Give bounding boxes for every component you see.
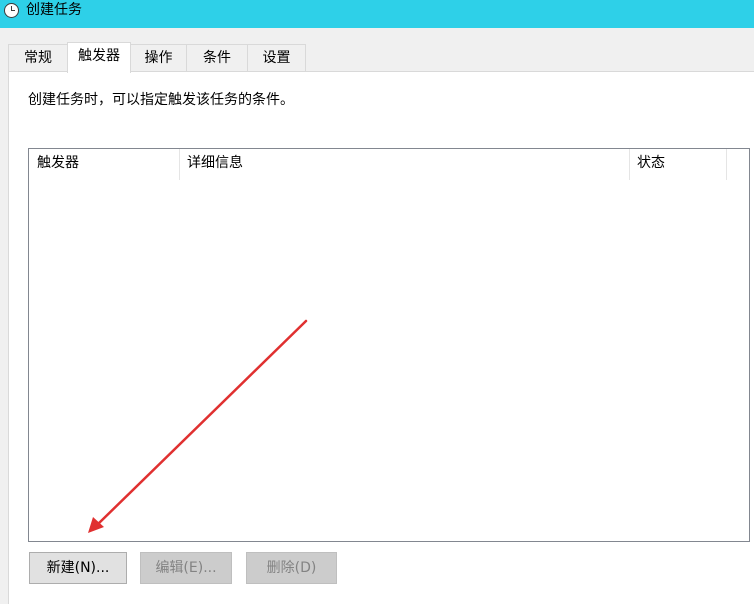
window-title: 创建任务 — [26, 2, 82, 18]
new-trigger-button[interactable]: 新建(N)... — [29, 552, 127, 584]
title-bar: 创建任务 — [0, 0, 754, 28]
tab-settings[interactable]: 设置 — [247, 44, 306, 71]
tab-conditions[interactable]: 条件 — [186, 44, 248, 71]
column-header-status[interactable]: 状态 — [629, 149, 726, 180]
panel-description: 创建任务时，可以指定触发该任务的条件。 — [28, 92, 294, 108]
triggers-panel: 创建任务时，可以指定触发该任务的条件。 触发器 详细信息 状态 新建(N)...… — [8, 71, 754, 604]
clock-icon — [4, 3, 19, 18]
column-header-details[interactable]: 详细信息 — [179, 149, 629, 180]
column-header-trigger[interactable]: 触发器 — [29, 149, 179, 180]
tab-triggers[interactable]: 触发器 — [67, 42, 131, 73]
edit-trigger-button[interactable]: 编辑(E)... — [140, 552, 232, 584]
delete-trigger-button[interactable]: 删除(D) — [246, 552, 337, 584]
column-divider[interactable] — [726, 149, 727, 180]
tab-general[interactable]: 常规 — [8, 44, 68, 71]
tab-actions[interactable]: 操作 — [130, 44, 187, 71]
trigger-list[interactable]: 触发器 详细信息 状态 — [28, 148, 750, 542]
